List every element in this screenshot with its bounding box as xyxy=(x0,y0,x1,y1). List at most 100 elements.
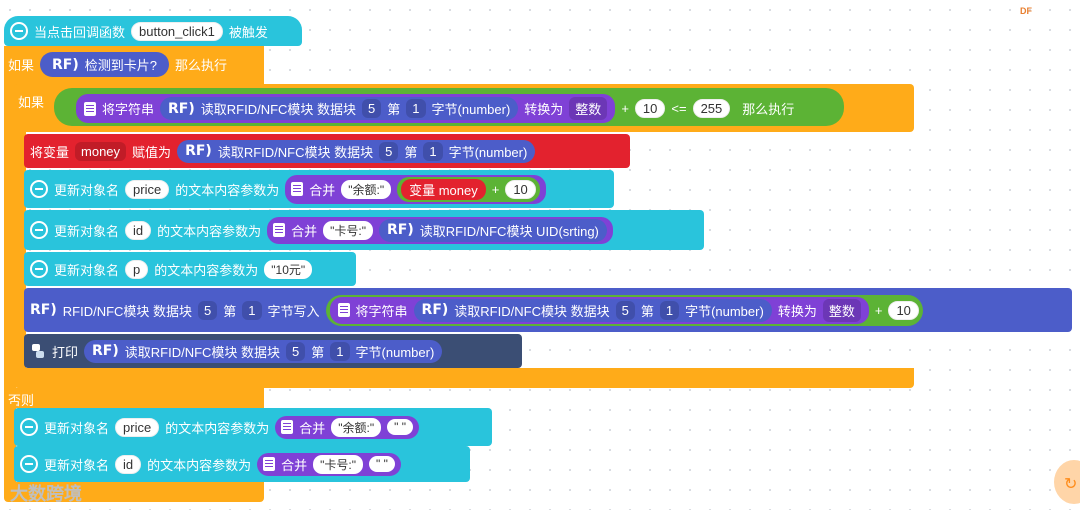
read-label: 读取RFID/NFC模块 数据块 xyxy=(454,303,610,319)
index-dropdown[interactable]: 1 xyxy=(406,99,426,118)
block-dropdown[interactable]: 5 xyxy=(286,341,306,361)
add-block[interactable]: 将字符串 RF) 读取RFID/NFC模块 数据块 5 第 1 字节(numbe… xyxy=(325,294,923,326)
object-name-field[interactable]: id xyxy=(115,454,142,474)
nth-label: 第 xyxy=(387,102,401,117)
rf-icon: RF) xyxy=(387,222,414,238)
detect-card-block[interactable]: RF) 检测到卡片? xyxy=(40,52,169,77)
read-label: 读取RFID/NFC模块 数据块 xyxy=(200,102,357,117)
read-block[interactable]: RF) 读取RFID/NFC模块 数据块 5 第 1 字节(number) xyxy=(413,298,772,322)
floating-action-button[interactable]: ↻ xyxy=(1054,460,1080,504)
string-field[interactable]: " " xyxy=(369,456,395,472)
index-dropdown[interactable]: 1 xyxy=(659,300,680,320)
add-value-field[interactable]: 10 xyxy=(888,300,919,320)
rf-icon: RF) xyxy=(421,302,449,318)
read-block[interactable]: RF) 读取RFID/NFC模块 数据块 5 第 1 字节(number) xyxy=(160,97,519,120)
update-id-block[interactable]: 更新对象名 id 的文本内容参数为 合并 "卡号:" RF) 读取RFID/NF… xyxy=(24,210,704,250)
string-icon xyxy=(291,182,304,196)
read-uid-block[interactable]: RF) 读取RFID/NFC模块 UID(srting) xyxy=(379,218,607,242)
read-uid-label: 读取RFID/NFC模块 UID(srting) xyxy=(419,223,599,239)
rf-icon: RF) xyxy=(168,100,195,117)
block-dropdown[interactable]: 5 xyxy=(379,141,399,161)
object-name-field[interactable]: p xyxy=(125,259,149,279)
update-label: 更新对象名 xyxy=(54,182,120,198)
merge-label: 合并 xyxy=(309,182,336,198)
limit-value-field[interactable]: 255 xyxy=(692,99,731,118)
add-value-field[interactable]: 10 xyxy=(505,179,536,199)
read-label: 读取RFID/NFC模块 数据块 xyxy=(217,144,374,160)
assign-read-block[interactable]: RF) 读取RFID/NFC模块 数据块 5 第 1 字节(number) xyxy=(177,139,536,163)
to-string-label: 将字符串 xyxy=(102,102,155,117)
outer-if-label: 如果 xyxy=(8,58,35,73)
update-icon xyxy=(20,418,38,436)
type-dropdown[interactable]: 整数 xyxy=(569,97,608,120)
rfid-write-block[interactable]: RF) RFID/NFC模块 数据块 5 第 1 字节写入 将字符串 RF) 读… xyxy=(24,288,1072,332)
inner-if-label: 如果 xyxy=(18,95,45,110)
update-label: 更新对象名 xyxy=(44,457,110,473)
merge-block[interactable]: 合并 "卡号:" " " xyxy=(257,452,401,476)
rf-icon: RF) xyxy=(52,56,79,73)
add-value-field[interactable]: 10 xyxy=(634,99,666,118)
string-icon xyxy=(84,101,96,116)
string-field[interactable]: " " xyxy=(387,419,413,435)
rf-icon: RF) xyxy=(30,302,57,318)
string-field[interactable]: "10元" xyxy=(264,259,313,279)
event-block[interactable]: 当点击回调函数 button_click1 被触发 xyxy=(4,16,302,46)
merge-block[interactable]: 合并 "卡号:" RF) 读取RFID/NFC模块 UID(srting) xyxy=(267,216,613,244)
string-icon xyxy=(273,223,286,237)
to-string-block[interactable]: 将字符串 RF) 读取RFID/NFC模块 数据块 5 第 1 字节(numbe… xyxy=(76,94,616,123)
money-variable[interactable]: 变量 money xyxy=(401,178,486,200)
block-dropdown[interactable]: 5 xyxy=(615,300,635,320)
object-name-field[interactable]: price xyxy=(115,417,160,437)
convert-label: 转换为 xyxy=(777,303,817,319)
else-update-id-block[interactable]: 更新对象名 id 的文本内容参数为 合并 "卡号:" " " xyxy=(14,446,470,482)
text-param-label: 的文本内容参数为 xyxy=(147,457,252,473)
merge-label: 合并 xyxy=(281,457,308,473)
convert-label: 转换为 xyxy=(524,102,564,117)
to-string-label: 将字符串 xyxy=(355,303,408,319)
read-block[interactable]: RF) 读取RFID/NFC模块 数据块 5 第 1 字节(number) xyxy=(84,339,443,363)
add-block[interactable]: 变量 money + 10 xyxy=(397,176,540,202)
variable-dropdown[interactable]: money xyxy=(75,141,127,161)
merge-block[interactable]: 合并 "余额:" 变量 money + 10 xyxy=(285,174,546,204)
object-name-field[interactable]: price xyxy=(125,179,170,199)
update-icon xyxy=(30,260,48,278)
update-p-block[interactable]: 更新对象名 p 的文本内容参数为 "10元" xyxy=(24,252,356,286)
string-field[interactable]: "余额:" xyxy=(331,417,382,437)
nth-label: 第 xyxy=(640,303,654,319)
index-dropdown[interactable]: 1 xyxy=(242,300,262,320)
to-string-block[interactable]: 将字符串 RF) 读取RFID/NFC模块 数据块 5 第 1 字节(numbe… xyxy=(329,296,869,324)
outer-then-label: 那么执行 xyxy=(175,58,228,73)
byte-label: 字节(number) xyxy=(431,102,511,117)
event-prefix: 当点击回调函数 xyxy=(34,24,126,40)
text-param-label: 的文本内容参数为 xyxy=(157,223,262,239)
merge-block[interactable]: 合并 "余额:" " " xyxy=(275,415,419,439)
string-icon xyxy=(337,303,350,317)
block-dropdown[interactable]: 5 xyxy=(362,99,382,118)
else-update-price-block[interactable]: 更新对象名 price 的文本内容参数为 合并 "余额:" " " xyxy=(14,408,492,446)
plus-label: + xyxy=(491,181,500,197)
inner-then-label: 那么执行 xyxy=(742,102,795,117)
assign-to-label: 赋值为 xyxy=(132,144,172,160)
print-block[interactable]: 打印 RF) 读取RFID/NFC模块 数据块 5 第 1 字节(number) xyxy=(24,334,522,368)
nth-label: 第 xyxy=(223,303,237,319)
event-name-field[interactable]: button_click1 xyxy=(131,21,223,41)
index-dropdown[interactable]: 1 xyxy=(423,141,443,161)
rf-icon: RF) xyxy=(185,143,212,159)
string-field[interactable]: "余额:" xyxy=(341,179,392,199)
type-dropdown[interactable]: 整数 xyxy=(822,298,861,322)
byte-label: 字节(number) xyxy=(685,303,764,319)
string-field[interactable]: "卡号:" xyxy=(323,220,374,240)
event-suffix: 被触发 xyxy=(228,24,268,40)
python-icon xyxy=(30,343,46,359)
else-header: 否则 xyxy=(4,388,264,408)
text-param-label: 的文本内容参数为 xyxy=(154,262,259,278)
print-label: 打印 xyxy=(52,344,79,360)
assign-block[interactable]: 将变量 money 赋值为 RF) 读取RFID/NFC模块 数据块 5 第 1… xyxy=(24,134,630,168)
string-icon xyxy=(281,420,294,434)
block-dropdown[interactable]: 5 xyxy=(198,300,218,320)
index-dropdown[interactable]: 1 xyxy=(330,341,350,361)
object-name-field[interactable]: id xyxy=(125,220,152,240)
string-field[interactable]: "卡号:" xyxy=(313,454,364,474)
update-icon xyxy=(20,455,38,473)
update-price-block[interactable]: 更新对象名 price 的文本内容参数为 合并 "余额:" 变量 money +… xyxy=(24,170,614,208)
